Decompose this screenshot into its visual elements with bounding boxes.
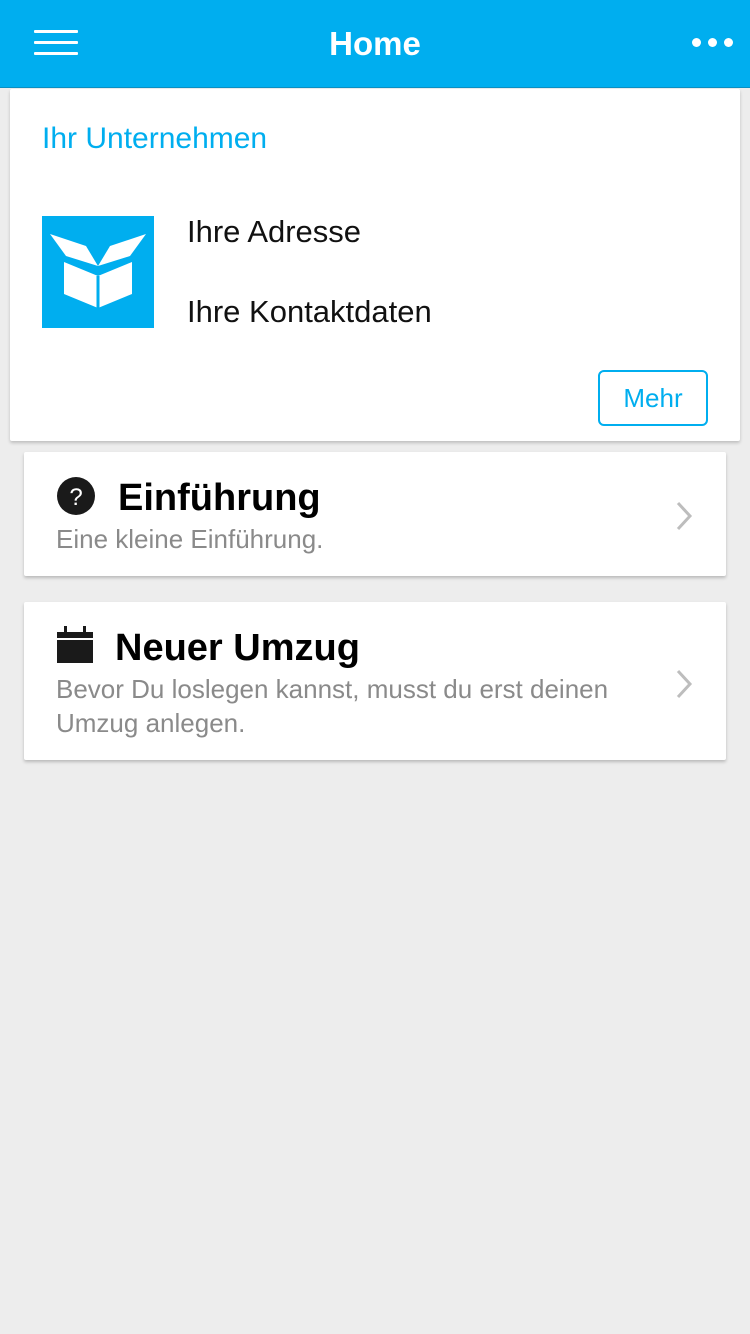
- intro-subtitle: Eine kleine Einführung.: [56, 524, 324, 554]
- new-move-card[interactable]: Neuer Umzug Bevor Du loslegen kannst, mu…: [24, 602, 726, 760]
- company-address: Ihre Adresse: [187, 214, 362, 249]
- chevron-right-icon: [674, 668, 694, 705]
- new-move-title: Neuer Umzug: [115, 627, 360, 669]
- svg-text:?: ?: [69, 484, 82, 511]
- company-title: Ihr Unternehmen: [42, 122, 268, 155]
- company-contact: Ihre Kontaktdaten: [187, 294, 432, 329]
- company-card: Ihr Unternehmen Ihre Adresse Ihre Kontak…: [10, 89, 740, 441]
- page-title: Home: [329, 25, 421, 62]
- intro-title: Einführung: [118, 477, 321, 519]
- help-circle-icon: ?: [56, 476, 96, 521]
- open-box-icon: [42, 216, 154, 328]
- more-dots-icon[interactable]: [692, 36, 734, 50]
- intro-card[interactable]: ? Einführung Eine kleine Einführung.: [24, 452, 726, 576]
- chevron-right-icon: [674, 500, 694, 537]
- new-move-subtitle: Bevor Du loslegen kannst, musst du erst …: [56, 674, 609, 738]
- more-button[interactable]: Mehr: [598, 370, 708, 426]
- app-bar: Home: [0, 0, 750, 88]
- calendar-icon: [56, 626, 94, 669]
